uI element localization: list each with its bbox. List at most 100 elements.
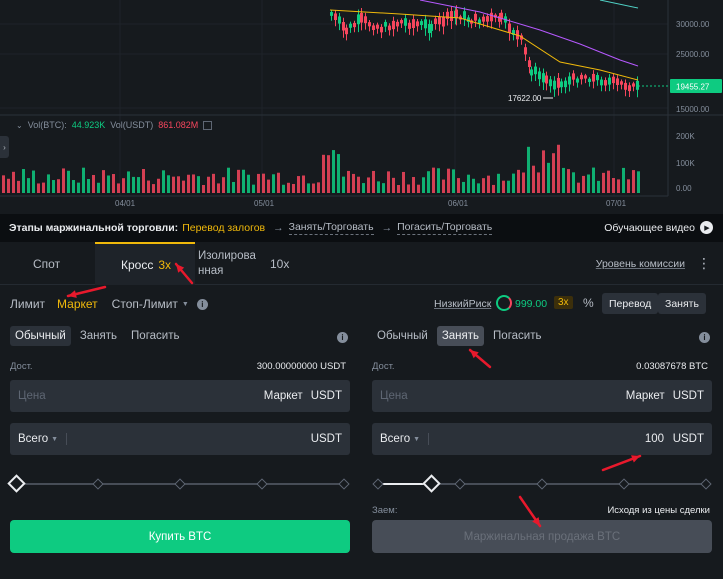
volume-bar — [532, 165, 535, 193]
risk-level-link[interactable]: НизкийРиск — [434, 298, 491, 310]
volume-bar — [192, 174, 195, 193]
candle-body — [392, 20, 395, 30]
volume-bar — [587, 174, 590, 193]
stage-repay-trade[interactable]: Погасить/Торговать — [397, 221, 493, 235]
volume-bar — [262, 173, 265, 193]
info-icon[interactable]: i — [196, 298, 208, 310]
buy-amount-slider[interactable] — [6, 474, 350, 493]
candle-body — [616, 78, 619, 85]
low-price-label: 17622.00 — [508, 94, 542, 103]
info-icon[interactable]: i — [337, 332, 348, 343]
slider-step[interactable] — [92, 478, 104, 490]
candle-body — [528, 60, 531, 68]
sell-mode-normal[interactable]: Обычный — [372, 326, 433, 346]
vol-usdt-label: Vol(USDT) — [110, 120, 154, 130]
fee-level-link[interactable]: Уровень комиссии — [596, 258, 685, 270]
candle-body — [420, 21, 423, 26]
buy-total-input[interactable]: Всего ▼ USDT — [10, 423, 350, 455]
tab-spot[interactable]: Спот — [33, 242, 60, 285]
buy-total-suffix: USDT — [311, 433, 342, 445]
candle-body — [434, 18, 437, 24]
chevron-down-icon[interactable]: ⌄ — [16, 121, 23, 130]
date-axis-label: 05/01 — [254, 199, 275, 208]
sell-mode-repay[interactable]: Погасить — [488, 326, 546, 346]
more-icon[interactable]: ⋮ — [697, 255, 711, 272]
collapse-handle[interactable]: › — [0, 136, 9, 158]
settings-square-icon[interactable] — [203, 120, 213, 130]
slider-step[interactable] — [338, 478, 350, 490]
buy-price-market: Маркет — [263, 390, 303, 402]
info-icon[interactable]: i — [699, 332, 710, 343]
volume-bar — [42, 182, 45, 193]
buy-mode-repay[interactable]: Погасить — [126, 326, 184, 346]
candle-body — [624, 82, 627, 90]
candle-body — [576, 78, 579, 83]
tutorial-video-link[interactable]: Обучающее видео ▶ — [604, 221, 713, 234]
volume-bar — [352, 173, 355, 193]
order-type-stop-limit[interactable]: Стоп-Лимит ▼ — [112, 297, 189, 311]
volume-bar — [147, 180, 150, 193]
sell-total-select[interactable]: Всего ▼ — [380, 433, 420, 445]
volume-bar — [477, 183, 480, 193]
loan-row: Заем: Исходя из цены сделки — [372, 505, 712, 516]
slider-step[interactable] — [174, 478, 186, 490]
borrow-button[interactable]: Занять — [658, 293, 706, 314]
sell-total-unit: USDT — [672, 433, 704, 445]
volume-bar — [437, 168, 440, 193]
candle-body — [424, 19, 427, 29]
candle-body — [380, 26, 383, 33]
volume-bar — [297, 176, 300, 193]
volume-bar — [402, 171, 405, 193]
tab-cross[interactable]: Кросс 3x — [95, 242, 195, 285]
buy-price-input[interactable]: Цена Маркет USDT — [10, 380, 350, 412]
candle-body — [416, 21, 419, 27]
stage-borrow-trade[interactable]: Занять/Торговать — [288, 221, 374, 235]
sell-panel: Обычный Занять Погасить i Дост. 0.030876… — [372, 322, 712, 579]
buy-total-label: Всего — [18, 433, 49, 445]
volume-bar — [632, 170, 635, 193]
sell-amount-slider[interactable] — [372, 474, 712, 493]
price-chart[interactable]: 30000.00 25000.00 15000.00 19455.27 17622.00… — [0, 0, 723, 212]
order-type-market[interactable]: Маркет — [57, 297, 98, 311]
sell-price-input[interactable]: Цена Маркет USDT — [372, 380, 712, 412]
slider-step[interactable] — [372, 478, 384, 490]
volume-bar — [462, 181, 465, 193]
buy-price-unit: USDT — [310, 390, 342, 402]
candle-body — [455, 9, 458, 19]
slider-step[interactable] — [454, 478, 466, 490]
order-type-limit[interactable]: Лимит — [10, 297, 45, 311]
candle-body — [353, 22, 356, 28]
volume-bar — [212, 173, 215, 193]
buy-mode-normal[interactable]: Обычный — [10, 326, 71, 346]
tab-isolated-leverage[interactable]: 10x — [270, 242, 289, 285]
candle-body — [446, 11, 449, 19]
candle-body — [584, 75, 587, 79]
volume-bar — [407, 184, 410, 193]
buy-btc-button[interactable]: Купить BTC — [10, 520, 350, 553]
slider-step[interactable] — [256, 478, 268, 490]
slider-thumb[interactable] — [422, 474, 441, 493]
tab-isolated[interactable]: Изолирова нная — [198, 242, 256, 285]
volume-bar — [617, 179, 620, 193]
transfer-button[interactable]: Перевод — [602, 293, 659, 314]
chevron-right-icon: › — [3, 142, 6, 152]
slider-thumb[interactable] — [6, 474, 26, 493]
volume-bar — [362, 183, 365, 193]
order-type-stop-limit-label: Стоп-Лимит — [111, 297, 178, 311]
buy-mode-tabs: Обычный Занять Погасить — [10, 326, 184, 346]
volume-bar — [67, 170, 70, 193]
margin-sell-btc-button[interactable]: Маржинальная продажа BTC — [372, 520, 712, 553]
buy-total-select[interactable]: Всего ▼ — [18, 433, 58, 445]
candle-body — [384, 21, 387, 27]
percent-icon[interactable]: % — [583, 296, 594, 310]
slider-step[interactable] — [700, 478, 712, 490]
arrow-right-icon: → — [273, 222, 284, 234]
slider-step[interactable] — [618, 478, 630, 490]
volume-bar — [127, 171, 130, 193]
stage-transfer-collateral[interactable]: Перевод залогов — [182, 222, 265, 235]
slider-step[interactable] — [536, 478, 548, 490]
sell-mode-borrow[interactable]: Занять — [436, 326, 485, 346]
candle-body — [588, 78, 591, 82]
sell-total-input[interactable]: Всего ▼ 100 USDT — [372, 423, 712, 455]
buy-mode-borrow[interactable]: Занять — [75, 326, 122, 346]
